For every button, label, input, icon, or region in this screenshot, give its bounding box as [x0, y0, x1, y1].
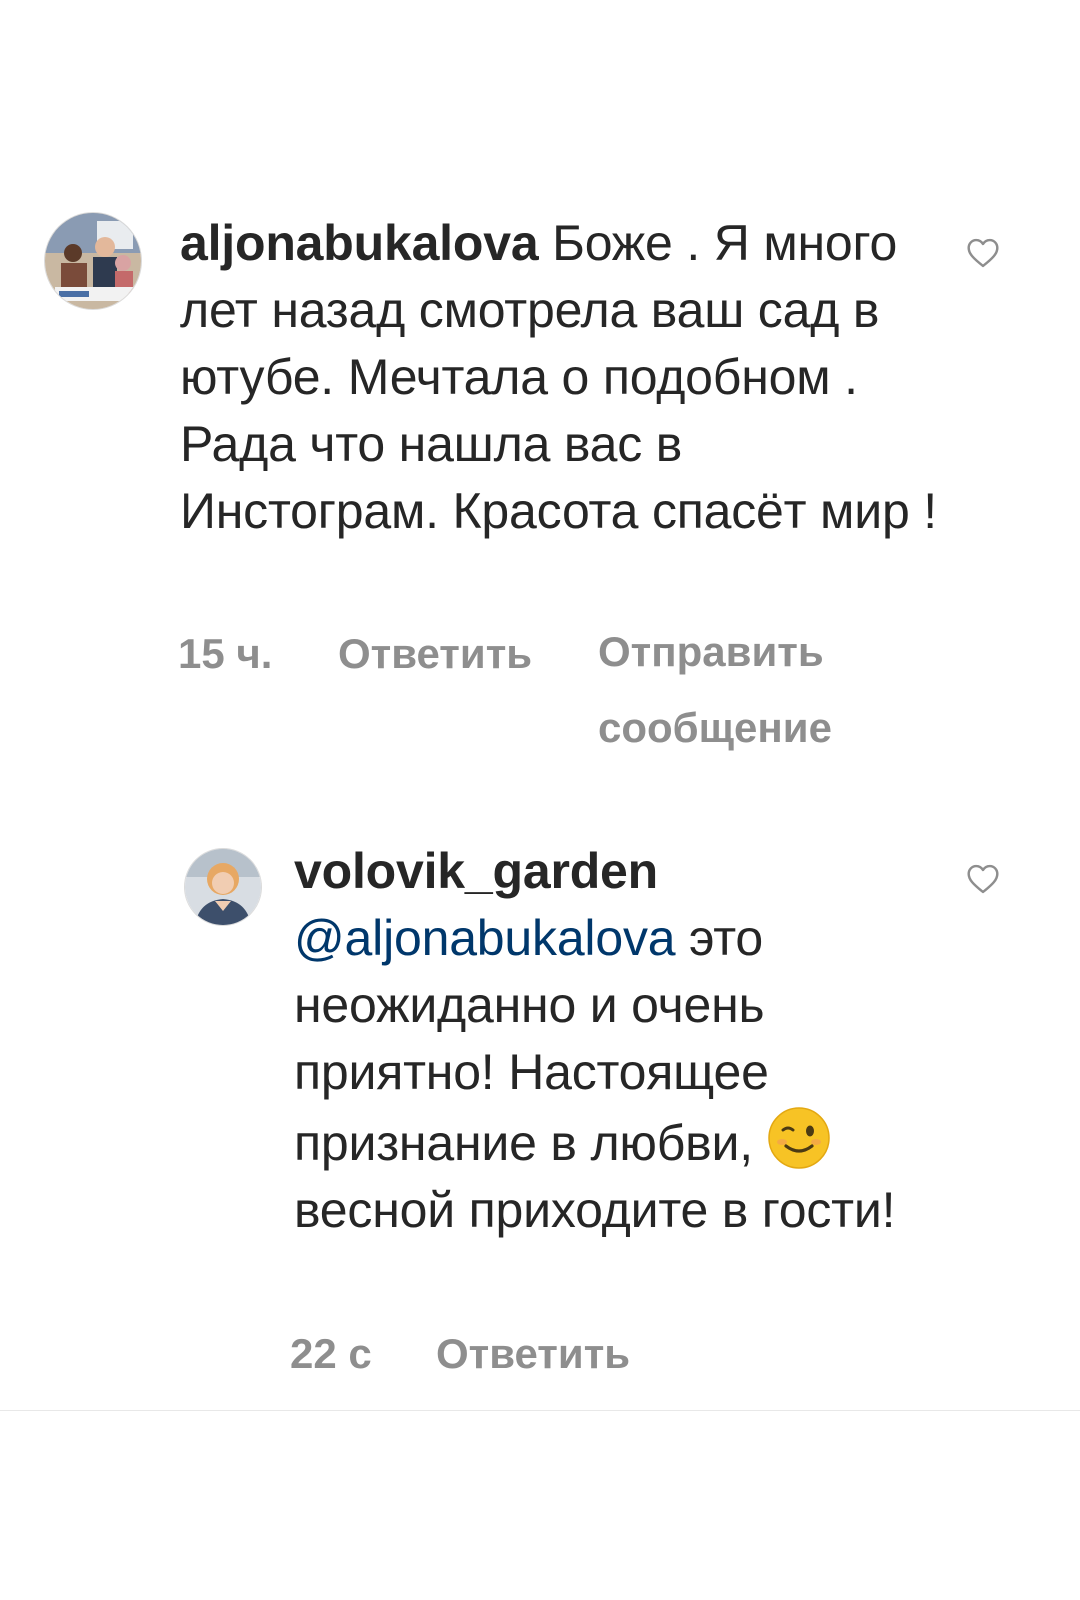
heart-outline-icon[interactable]: [966, 864, 1000, 894]
reply-button[interactable]: Ответить: [338, 630, 532, 678]
profile-photo-icon: [45, 213, 141, 309]
profile-photo-icon: [185, 849, 261, 925]
comment-username[interactable]: aljonabukalova: [180, 215, 539, 271]
send-message-button[interactable]: Отправить сообщение: [598, 614, 898, 766]
comment-body: aljonabukalova Боже . Я много лет назад …: [180, 210, 950, 545]
reply-username[interactable]: volovik_garden: [294, 843, 658, 899]
avatar[interactable]: [44, 212, 142, 310]
heart-outline-icon[interactable]: [966, 238, 1000, 268]
winking-face-icon: [767, 1107, 830, 1169]
reply-text-part2: весной приходите в гости!: [294, 1182, 896, 1238]
avatar[interactable]: [184, 848, 262, 926]
reply-body: volovik_garden @aljonabukalova это неожи…: [294, 838, 934, 1244]
reply-time: 22 с: [290, 1330, 372, 1377]
reply-button[interactable]: Ответить: [436, 1330, 630, 1378]
comment-time: 15 ч.: [178, 630, 273, 677]
mention-link[interactable]: @aljonabukalova: [294, 910, 676, 966]
divider: [0, 1410, 1080, 1411]
